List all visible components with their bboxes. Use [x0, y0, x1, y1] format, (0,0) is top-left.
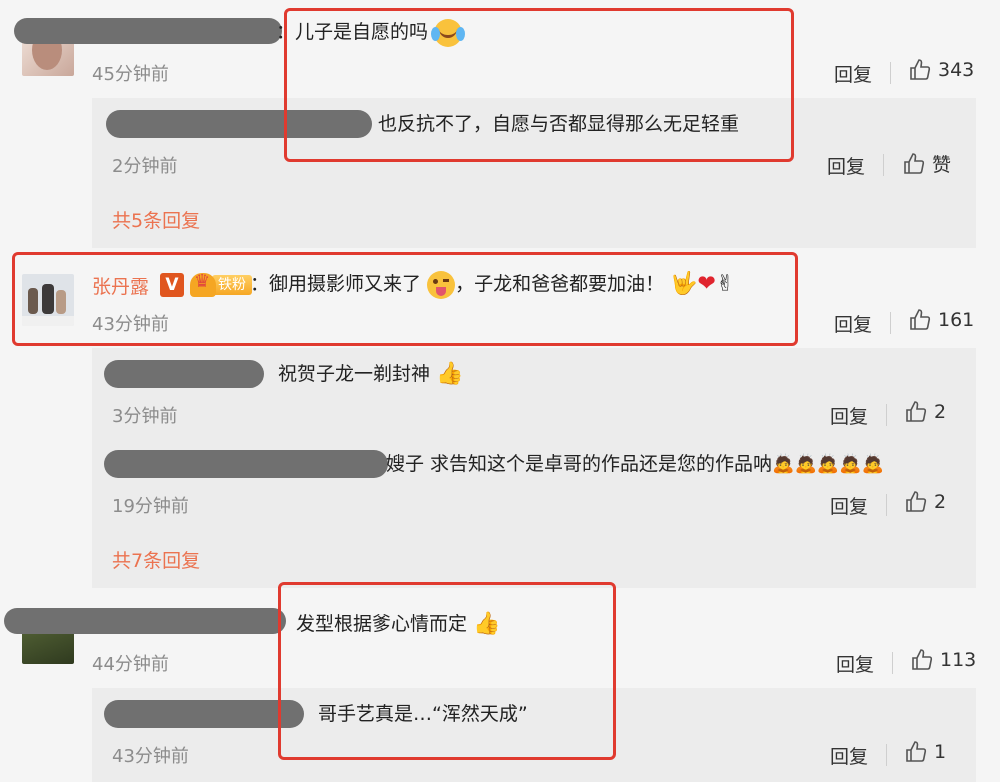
comment-1: ：儿子是自愿的吗 45分钟前 回复 343 也反抗不了，自愿与否都显得那么无足轻… [0, 0, 1000, 250]
redacted-username [104, 450, 388, 478]
like-count: 2 [934, 491, 947, 513]
reply-box: 祝贺子龙一剃封神 👍 3分钟前 回复 2 嫂子 求告知这个是卓哥的作品还是您的作… [92, 348, 976, 588]
redacted-username [4, 608, 286, 634]
like-count: 161 [938, 309, 975, 331]
thumbs-up-emoji: 👍 [473, 611, 501, 637]
thumbs-up-icon [906, 491, 927, 512]
redacted-username [104, 360, 264, 388]
reply-text: 祝贺子龙一剃封神 👍 [278, 361, 464, 387]
thumbs-up-emoji: 👍 [436, 361, 464, 387]
thumbs-up-icon [910, 309, 931, 330]
reply-time: 19分钟前 [112, 496, 189, 517]
rock-hand-emoji: 🤟 [670, 271, 698, 297]
comment-text: 发型根据爹心情而定 👍 [296, 611, 501, 637]
reply-button[interactable]: 回复 [836, 650, 874, 677]
comment-time: 43分钟前 [92, 314, 169, 335]
divider [892, 652, 893, 674]
reply-button[interactable]: 回复 [830, 492, 868, 519]
reply-text: 嫂子 求告知这个是卓哥的作品还是您的作品呐🙇🙇🙇🙇🙇 [386, 453, 885, 475]
crown-icon [190, 271, 216, 297]
reply-button[interactable]: 回复 [830, 742, 868, 769]
divider [886, 744, 887, 766]
tongue-wink-emoji [427, 270, 456, 299]
thumbs-up-icon [906, 401, 927, 422]
fan-badge: 铁粉 [190, 271, 252, 297]
divider [883, 154, 884, 176]
avatar[interactable] [22, 274, 74, 326]
like-button[interactable]: 1 [904, 740, 946, 764]
more-replies-link[interactable]: 共7条回复 [112, 546, 200, 573]
comment-text: ：儿子是自愿的吗 [276, 18, 466, 47]
reply-time: 3分钟前 [112, 406, 178, 427]
reply-button[interactable]: 回复 [827, 152, 865, 179]
reply-button[interactable]: 回复 [830, 402, 868, 429]
like-count: 赞 [932, 154, 952, 176]
fan-label: 铁粉 [212, 275, 252, 295]
divider [890, 312, 891, 334]
thumbs-up-icon [904, 152, 925, 174]
like-button[interactable]: 2 [904, 490, 946, 514]
like-button[interactable]: 343 [908, 58, 974, 82]
reply-time: 43分钟前 [112, 746, 189, 767]
comment-time: 45分钟前 [92, 64, 169, 85]
more-replies-link[interactable]: 共5条回复 [112, 206, 200, 233]
redacted-username [106, 110, 372, 138]
like-button[interactable]: 161 [908, 308, 974, 332]
redacted-username [104, 700, 304, 728]
victory-hand-emoji: ✌ [715, 271, 735, 297]
reply-text: 也反抗不了，自愿与否都显得那么无足轻重 [378, 113, 740, 135]
reply-button[interactable]: 回复 [834, 60, 872, 87]
divider [890, 62, 891, 84]
like-count: 2 [934, 401, 947, 423]
like-button[interactable]: 赞 [902, 150, 951, 177]
like-button[interactable]: 113 [910, 648, 976, 672]
reply-button[interactable]: 回复 [834, 310, 872, 337]
comment-3: 发型根据爹心情而定 👍 44分钟前 回复 113 哥手艺真是…“浑然天成” 43… [0, 590, 1000, 782]
like-button[interactable]: 2 [904, 400, 946, 424]
comment-text: ：御用摄影师又来了 ，子龙和爸爸都要加油！ 🤟❤✌ [250, 270, 735, 299]
laughing-tears-emoji [431, 18, 466, 47]
verified-badge: V [160, 273, 184, 297]
redacted-username [14, 18, 282, 44]
reply-box: 也反抗不了，自愿与否都显得那么无足轻重 2分钟前 回复 赞 共5条回复 [92, 98, 976, 248]
reply-text: 哥手艺真是…“浑然天成” [318, 703, 528, 725]
divider [886, 494, 887, 516]
thumbs-up-icon [910, 59, 931, 80]
red-heart-emoji: ❤ [697, 271, 716, 297]
like-count: 113 [940, 649, 977, 671]
username[interactable]: 张丹露 [92, 272, 149, 299]
reply-box: 哥手艺真是…“浑然天成” 43分钟前 回复 1 [92, 688, 976, 782]
cute-emoji-sticker: 🙇🙇🙇🙇🙇 [772, 453, 885, 475]
reply-time: 2分钟前 [112, 156, 178, 177]
comment-time: 44分钟前 [92, 654, 169, 675]
like-count: 343 [938, 59, 975, 81]
like-count: 1 [934, 741, 947, 763]
comment-2: 张丹露 V 铁粉 ：御用摄影师又来了 ，子龙和爸爸都要加油！ 🤟❤✌ 43分钟前… [0, 250, 1000, 590]
thumbs-up-icon [906, 741, 927, 762]
thumbs-up-icon [912, 649, 933, 670]
divider [886, 404, 887, 426]
